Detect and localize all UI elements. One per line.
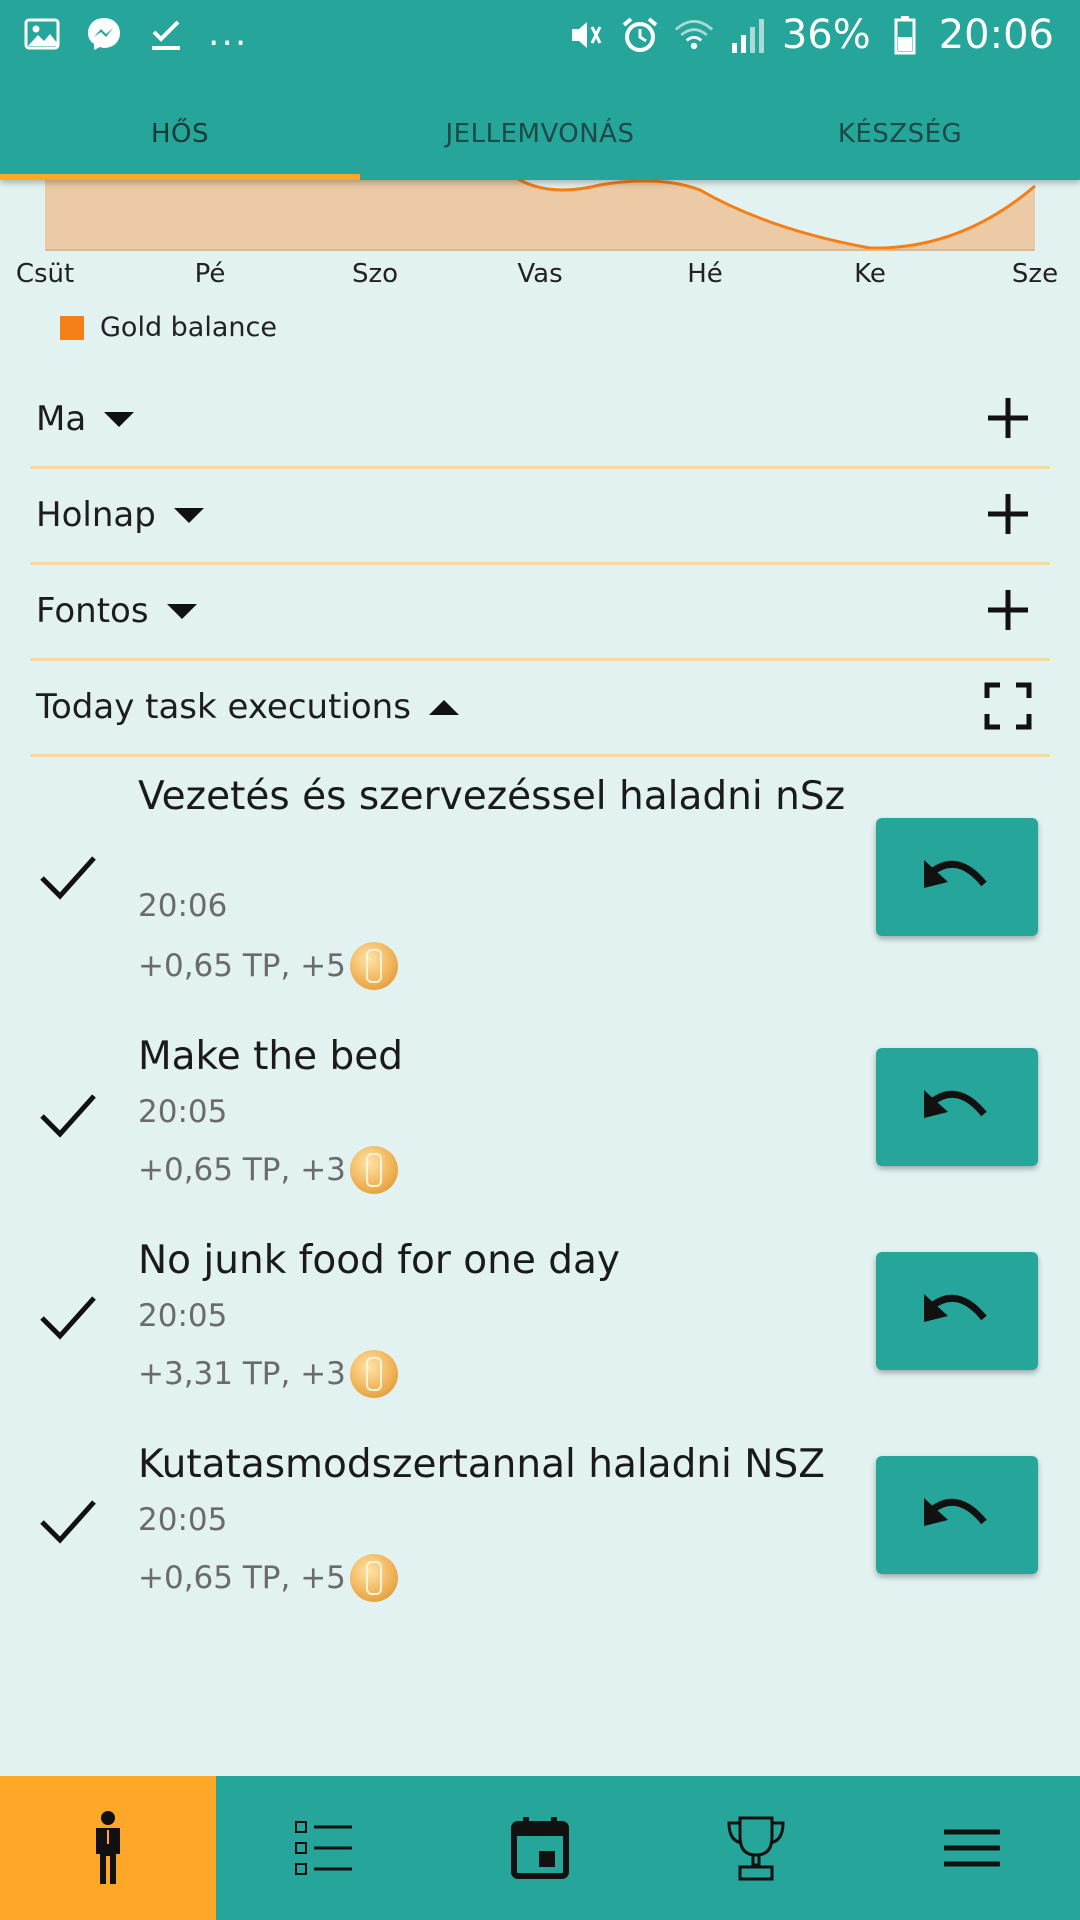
alarm-icon: [620, 15, 660, 55]
reward-text: +0,65 TP, +3: [138, 1152, 346, 1188]
reward-text: +0,65 TP, +5: [138, 1560, 346, 1596]
gold-coin-icon: [349, 942, 398, 990]
execution-title: Vezetés és szervezéssel haladni nSz: [138, 774, 846, 819]
checkmark-icon: [40, 856, 96, 900]
chevron-down-icon[interactable]: [173, 507, 204, 523]
execution-title: Kutatasmodszertannal haladni NSZ: [138, 1442, 825, 1487]
execution-title: No junk food for one day: [138, 1238, 621, 1283]
execution-reward: +0,65 TP, +5: [138, 1554, 398, 1602]
tab-jellemvonas[interactable]: JELLEMVONÁS: [360, 88, 720, 180]
nav-menu[interactable]: [864, 1776, 1080, 1920]
undo-icon: [924, 1294, 987, 1322]
section-title-holnap: Holnap: [36, 495, 156, 535]
checklist-icon: [295, 1821, 352, 1875]
status-bar: ... 36% 20:06: [0, 0, 1080, 75]
execution-time: 20:05: [138, 1094, 228, 1130]
execution-time: 20:05: [138, 1298, 228, 1334]
app-header: ... 36% 20:06 HŐS JELLEMVONÁS KÉSZSÉG: [0, 0, 1080, 180]
chart-area: [45, 170, 1035, 250]
wifi-icon: [674, 15, 714, 55]
battery-icon: [885, 15, 925, 55]
hero-person-icon: [96, 1811, 120, 1884]
checkmark-icon: [40, 1094, 96, 1138]
section-ma[interactable]: Ma: [30, 372, 1050, 469]
gold-coin-icon: [349, 1350, 398, 1398]
execution-time: 20:06: [138, 888, 228, 924]
undo-button[interactable]: [876, 818, 1038, 936]
tab-bar: HŐS JELLEMVONÁS KÉSZSÉG: [0, 88, 1080, 180]
battery-percent: 36%: [781, 12, 871, 58]
tab-hos[interactable]: HŐS: [0, 88, 360, 180]
messenger-icon: [84, 14, 124, 54]
section-fontos[interactable]: Fontos: [30, 564, 1050, 661]
status-overflow: ...: [208, 13, 249, 54]
checkmark-icon: [40, 1296, 96, 1340]
mute-icon: [566, 15, 606, 55]
execution-title: Make the bed: [138, 1034, 404, 1079]
calendar-icon: [511, 1817, 569, 1879]
section-title-fontos: Fontos: [36, 591, 149, 631]
plus-icon[interactable]: [982, 392, 1034, 444]
checkmark-icon: [40, 1500, 96, 1544]
nav-calendar[interactable]: [432, 1776, 648, 1920]
chevron-down-icon[interactable]: [166, 603, 197, 619]
legend-label-gold-balance: Gold balance: [100, 312, 277, 343]
x-tick-label: Pé: [195, 259, 226, 289]
tab-keszseg[interactable]: KÉSZSÉG: [720, 88, 1080, 180]
x-tick-label: Csüt: [16, 259, 74, 289]
reward-text: +3,31 TP, +3: [138, 1356, 346, 1392]
signal-icon: [728, 15, 768, 55]
task-check-icon: [146, 14, 186, 54]
nav-hero[interactable]: [0, 1776, 216, 1920]
undo-button[interactable]: [876, 1048, 1038, 1166]
execution-reward: +0,65 TP, +5: [138, 942, 398, 990]
x-tick-label: Vas: [517, 259, 562, 289]
clock: 20:06: [938, 12, 1054, 58]
gold-coin-icon: [349, 1146, 398, 1194]
menu-icon: [944, 1829, 1000, 1867]
undo-button[interactable]: [876, 1456, 1038, 1574]
section-title-ma: Ma: [36, 399, 87, 439]
nav-achievements[interactable]: [648, 1776, 864, 1920]
section-today-task-executions[interactable]: Today task executions: [30, 660, 1050, 757]
undo-button[interactable]: [876, 1252, 1038, 1370]
section-holnap[interactable]: Holnap: [30, 468, 1050, 565]
chart-legend: Gold balance: [60, 312, 277, 343]
reward-text: +0,65 TP, +5: [138, 948, 346, 984]
x-tick-label: Sze: [1012, 259, 1058, 289]
gallery-icon: [22, 14, 62, 54]
undo-icon: [924, 1498, 987, 1526]
x-axis: Csüt Pé Szo Vas Hé Ke Sze: [16, 259, 1058, 289]
execution-reward: +0,65 TP, +3: [138, 1146, 398, 1194]
trophy-icon: [727, 1816, 785, 1881]
plus-icon[interactable]: [982, 584, 1034, 636]
x-tick-label: Hé: [687, 259, 723, 289]
chevron-up-icon[interactable]: [428, 699, 459, 715]
execution-reward: +3,31 TP, +3: [138, 1350, 398, 1398]
fullscreen-icon[interactable]: [982, 680, 1034, 732]
x-tick-label: Szo: [352, 259, 398, 289]
section-title-today-task-executions: Today task executions: [36, 687, 411, 727]
gold-coin-icon: [349, 1554, 398, 1602]
nav-tasks[interactable]: [216, 1776, 432, 1920]
bottom-navigation: [0, 1776, 1080, 1920]
x-tick-label: Ke: [854, 259, 886, 289]
legend-swatch-gold-balance: [60, 315, 84, 340]
undo-icon: [924, 1090, 987, 1118]
execution-time: 20:05: [138, 1502, 228, 1538]
chevron-down-icon[interactable]: [104, 411, 135, 427]
plus-icon[interactable]: [982, 488, 1034, 540]
undo-icon: [924, 860, 987, 888]
active-tab-indicator: [0, 174, 360, 180]
